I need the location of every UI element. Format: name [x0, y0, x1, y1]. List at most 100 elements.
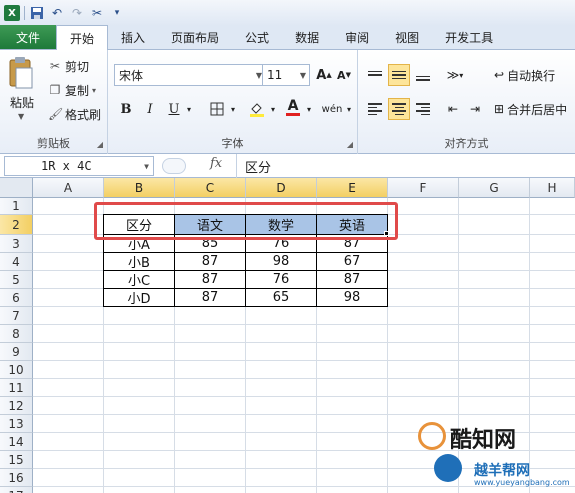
- row-header-6[interactable]: 6: [0, 289, 33, 307]
- align-left-button[interactable]: [364, 98, 386, 120]
- insert-function-button[interactable]: fx: [210, 156, 222, 171]
- table-cell[interactable]: 98: [317, 288, 387, 306]
- table-cell[interactable]: 87: [175, 288, 245, 306]
- row-header-2[interactable]: 2: [0, 215, 33, 235]
- row-header-9[interactable]: 9: [0, 343, 33, 361]
- align-center-button[interactable]: [388, 98, 410, 120]
- column-header-e[interactable]: E: [317, 178, 388, 198]
- italic-button[interactable]: I: [140, 98, 160, 120]
- phonetic-dropdown-icon[interactable]: ▾: [344, 98, 354, 120]
- column-header-d[interactable]: D: [246, 178, 317, 198]
- row-header-4[interactable]: 4: [0, 253, 33, 271]
- font-name-select[interactable]: 宋体 ▼: [114, 64, 266, 86]
- font-launcher-icon[interactable]: ◢: [347, 140, 353, 149]
- bold-button[interactable]: B: [116, 98, 136, 120]
- borders-button[interactable]: [206, 98, 228, 120]
- table-cell[interactable]: 小D: [104, 288, 174, 307]
- borders-dropdown-icon[interactable]: ▾: [228, 98, 238, 120]
- merge-center-button[interactable]: ⊞ 合并后居中: [494, 98, 567, 120]
- decrease-indent-button[interactable]: ⇤: [442, 98, 464, 120]
- shrink-font-button[interactable]: A ▼: [334, 64, 354, 86]
- formula-input[interactable]: 区分: [236, 154, 575, 178]
- underline-dropdown-icon[interactable]: ▾: [184, 98, 194, 120]
- tab-data[interactable]: 数据: [282, 25, 332, 49]
- table-cell[interactable]: 65: [246, 288, 316, 306]
- row-header-13[interactable]: 13: [0, 415, 33, 433]
- row-header-1[interactable]: 1: [0, 198, 33, 215]
- column-header-a[interactable]: A: [33, 178, 104, 198]
- align-bottom-icon: [416, 75, 430, 81]
- tab-view[interactable]: 视图: [382, 25, 432, 49]
- copy-dropdown-icon[interactable]: ▾: [92, 86, 96, 95]
- scissors-icon: ✂: [49, 59, 61, 73]
- tab-file[interactable]: 文件: [0, 25, 56, 49]
- table-cell[interactable]: 小C: [104, 270, 174, 289]
- fill-color-dropdown-icon[interactable]: ▾: [268, 98, 278, 120]
- undo-icon[interactable]: ↶: [49, 5, 65, 21]
- align-left-icon: [368, 103, 382, 115]
- font-color-dropdown-icon[interactable]: ▾: [304, 98, 314, 120]
- tab-formulas[interactable]: 公式: [232, 25, 282, 49]
- table-cell[interactable]: 87: [175, 252, 245, 270]
- tab-page-layout[interactable]: 页面布局: [158, 25, 232, 49]
- clipboard-launcher-icon[interactable]: ◢: [97, 140, 103, 149]
- align-right-button[interactable]: [412, 98, 434, 120]
- tab-developer[interactable]: 开发工具: [432, 25, 506, 49]
- grow-font-button[interactable]: A ▲: [314, 64, 334, 86]
- row-header-8[interactable]: 8: [0, 325, 33, 343]
- tab-insert[interactable]: 插入: [108, 25, 158, 49]
- save-icon[interactable]: [29, 5, 45, 21]
- font-size-select[interactable]: 11 ▼: [262, 64, 310, 86]
- cut-button[interactable]: ✂ 剪切: [48, 56, 89, 76]
- alignment-group-label: 对齐方式: [444, 137, 489, 150]
- customize-qat-icon[interactable]: ▾: [109, 5, 125, 21]
- align-top-button[interactable]: [364, 64, 386, 86]
- paste-dropdown-icon[interactable]: ▼: [18, 112, 24, 121]
- font-color-button[interactable]: A: [282, 96, 304, 118]
- column-header-h[interactable]: H: [530, 178, 575, 198]
- table-cell[interactable]: 小B: [104, 252, 174, 271]
- underline-button[interactable]: U: [164, 98, 184, 120]
- row-header-14[interactable]: 14: [0, 433, 33, 451]
- table-cell[interactable]: 87: [175, 270, 245, 288]
- row-header-7[interactable]: 7: [0, 307, 33, 325]
- table-cell[interactable]: 87: [317, 270, 387, 288]
- table-cell[interactable]: 98: [246, 252, 316, 270]
- fill-color-button[interactable]: [246, 98, 268, 120]
- gridline: [33, 396, 575, 397]
- column-header-f[interactable]: F: [388, 178, 459, 198]
- wrap-text-button[interactable]: ↩ 自动换行: [494, 64, 555, 86]
- column-header-g[interactable]: G: [459, 178, 530, 198]
- table-cell[interactable]: 76: [246, 270, 316, 288]
- fill-handle[interactable]: [384, 231, 389, 236]
- paste-icon[interactable]: [8, 56, 34, 90]
- paste-button[interactable]: 粘贴: [10, 94, 34, 111]
- name-box[interactable]: 1R x 4C ▼: [4, 156, 154, 176]
- format-painter-button[interactable]: 🖌 格式刷: [48, 104, 101, 124]
- tab-review[interactable]: 审阅: [332, 25, 382, 49]
- gridline: [33, 360, 575, 361]
- tab-home[interactable]: 开始: [56, 25, 109, 50]
- copy-button[interactable]: ❐ 复制 ▾: [48, 80, 96, 100]
- select-all-corner[interactable]: [0, 178, 33, 198]
- formula-bar-resize[interactable]: [162, 158, 186, 174]
- row-header-11[interactable]: 11: [0, 379, 33, 397]
- align-middle-button[interactable]: [388, 64, 410, 86]
- align-bottom-button[interactable]: [412, 64, 434, 86]
- row-header-3[interactable]: 3: [0, 235, 33, 253]
- phonetic-button[interactable]: wén: [320, 98, 344, 120]
- row-header-16[interactable]: 16: [0, 469, 33, 487]
- redo-icon[interactable]: ↷: [69, 5, 85, 21]
- row-header-15[interactable]: 15: [0, 451, 33, 469]
- table-cell[interactable]: 67: [317, 252, 387, 270]
- increase-indent-button[interactable]: ⇥: [464, 98, 486, 120]
- row-header-10[interactable]: 10: [0, 361, 33, 379]
- column-header-c[interactable]: C: [175, 178, 246, 198]
- column-header-b[interactable]: B: [104, 178, 175, 198]
- row-header-12[interactable]: 12: [0, 397, 33, 415]
- orientation-button[interactable]: ≫ ▾: [444, 64, 466, 86]
- row-header-17[interactable]: 17: [0, 487, 33, 493]
- tools-icon[interactable]: ✂: [89, 5, 105, 21]
- highlight-annotation: [94, 202, 398, 240]
- row-header-5[interactable]: 5: [0, 271, 33, 289]
